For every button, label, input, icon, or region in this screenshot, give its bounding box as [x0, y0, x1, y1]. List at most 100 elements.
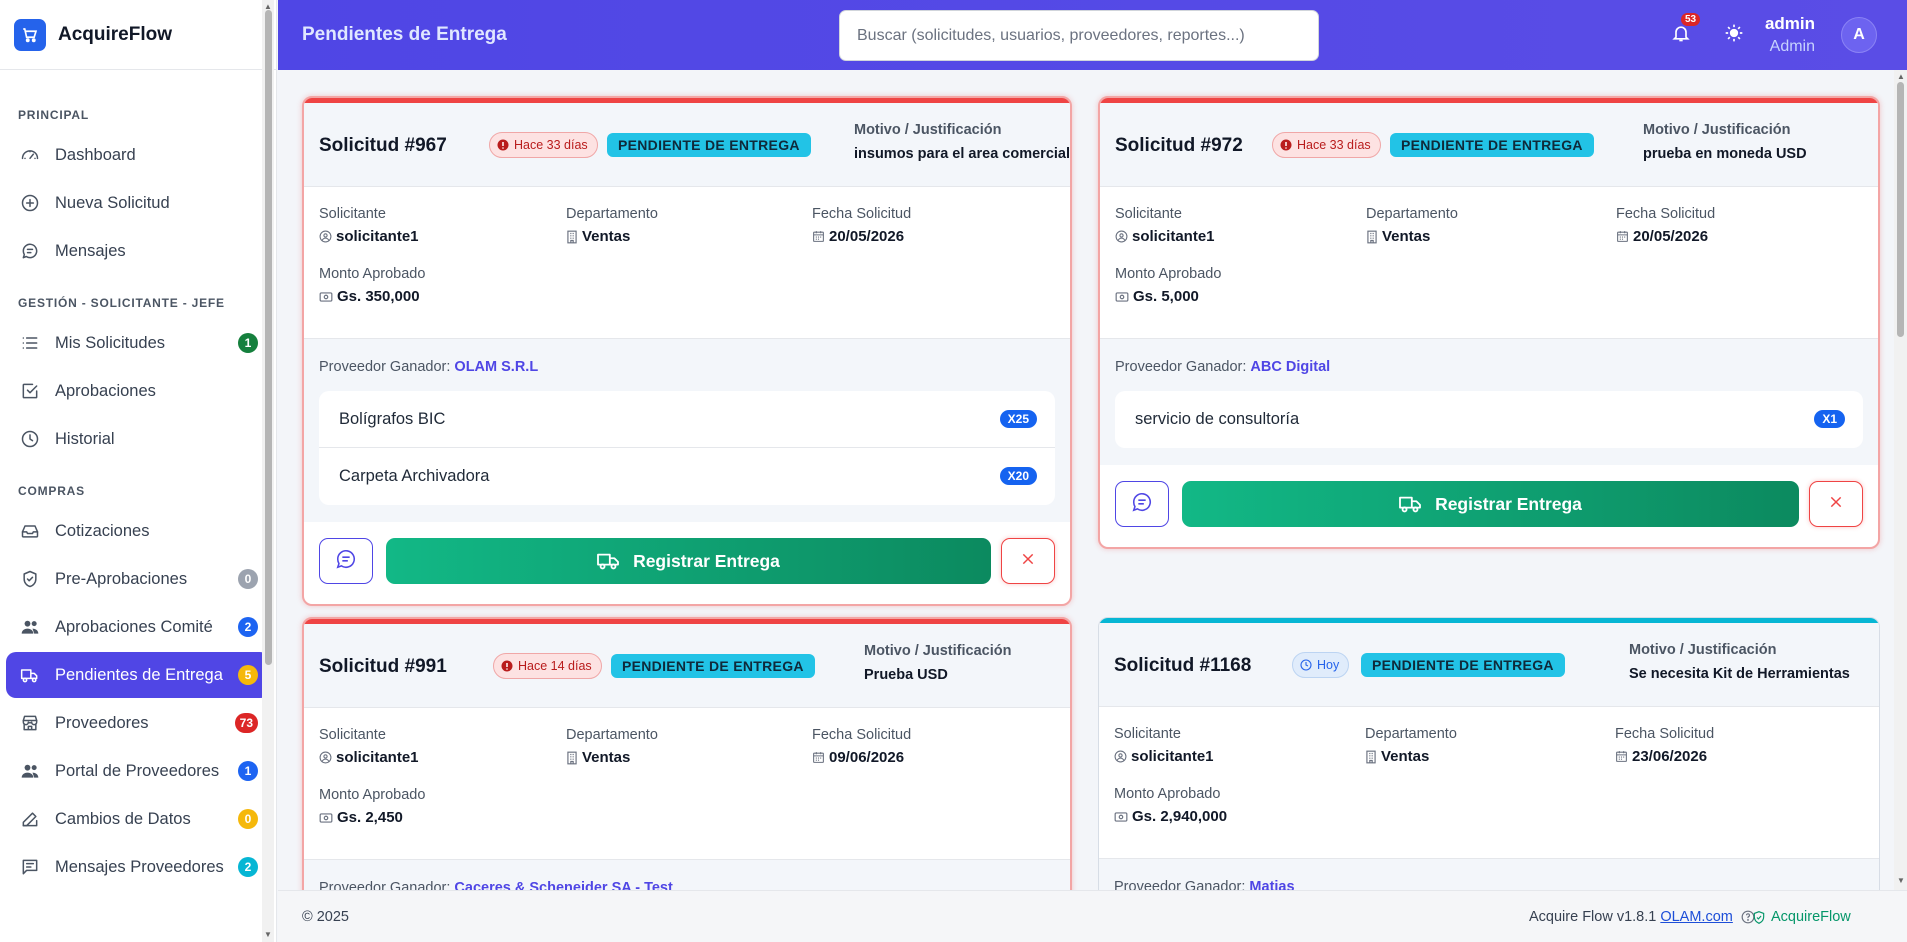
monto-text: Gs. 350,000 [337, 288, 420, 305]
sidebar-scrollbar[interactable]: ▲ ▼ [262, 0, 274, 942]
scroll-down-icon[interactable]: ▼ [1897, 876, 1905, 885]
register-delivery-button[interactable]: Registrar Entrega [386, 538, 991, 584]
fecha-label: Fecha Solicitud [1616, 206, 1716, 222]
item-name: Bolígrafos BIC [339, 409, 446, 428]
sidebar-item-label: Portal de Proveedores [55, 761, 220, 780]
nav-section-title: GESTIÓN - SOLICITANTE - JEFE [18, 296, 225, 310]
message-button[interactable] [1115, 481, 1169, 527]
sidebar-item-portal-de-proveedores[interactable]: Portal de Proveedores 1 [6, 748, 270, 794]
fecha-value: 09/06/2026 [812, 749, 904, 766]
monto-value: Gs. 5,000 [1115, 288, 1199, 305]
count-badge: 0 [238, 569, 258, 589]
departamento-label: Departamento [1366, 206, 1458, 222]
scroll-down-icon[interactable]: ▼ [264, 930, 272, 939]
scroll-up-icon[interactable]: ▲ [1897, 72, 1905, 81]
avatar[interactable]: A [1841, 17, 1877, 53]
proveedor-name[interactable]: Matias [1249, 879, 1294, 890]
proveedor-name[interactable]: ABC Digital [1250, 359, 1330, 375]
card-actions: Registrar Entrega [304, 522, 1070, 604]
sidebar-item-aprobaciones-comite[interactable]: Aprobaciones Comité 2 [6, 604, 270, 650]
sidebar-item-proveedores[interactable]: Proveedores 73 [6, 700, 270, 746]
proveedor-name[interactable]: OLAM S.R.L [454, 359, 538, 375]
olam-link[interactable]: OLAM.com [1660, 909, 1733, 925]
sidebar-item-mis-solicitudes[interactable]: Mis Solicitudes 1 [6, 320, 270, 366]
list-icon [19, 332, 41, 354]
sidebar-scroll-thumb[interactable] [265, 10, 272, 665]
alert-icon [501, 660, 513, 672]
card-info: Solicitante solicitante1 Departamento Ve… [1099, 707, 1879, 859]
chat-icon [19, 240, 41, 262]
version-info: Acquire Flow v1.8.1 OLAM.com [1529, 909, 1755, 925]
sidebar-item-cambios-de-datos[interactable]: Cambios de Datos 0 [6, 796, 270, 842]
card-items: Proveedor Ganador: Caceres & Scheneider … [304, 860, 1070, 890]
sidebar-item-mensajes[interactable]: Mensajes [6, 228, 270, 274]
request-title[interactable]: Solicitud #972 [1115, 135, 1243, 157]
fecha-text: 23/06/2026 [1632, 748, 1708, 765]
main-scrollbar[interactable]: ▲ ▼ [1894, 70, 1907, 890]
user-icon [319, 230, 332, 243]
sidebar-item-dashboard[interactable]: Dashboard [6, 132, 270, 178]
motivo-label: Motivo / Justificación [864, 643, 1012, 659]
bell-icon[interactable] [1671, 22, 1691, 49]
departamento-value: Ventas [1366, 228, 1430, 245]
solicitante-text: solicitante1 [1131, 748, 1214, 765]
main-scroll-thumb[interactable] [1897, 82, 1904, 337]
fecha-label: Fecha Solicitud [812, 727, 912, 743]
brand[interactable]: AcquireFlow [0, 0, 276, 70]
check-square-icon [19, 380, 41, 402]
sidebar-item-pre-aprobaciones[interactable]: Pre-Aprobaciones 0 [6, 556, 270, 602]
motivo-label: Motivo / Justificación [1629, 642, 1777, 658]
sidebar-item-pendientes-de-entrega[interactable]: Pendientes de Entrega 5 [6, 652, 270, 698]
motivo-value: Prueba USD [864, 667, 948, 683]
departamento-text: Ventas [1381, 748, 1430, 765]
cancel-button[interactable] [1001, 538, 1055, 584]
request-title[interactable]: Solicitud #991 [319, 656, 447, 678]
nav-section-title: COMPRAS [18, 484, 85, 498]
shield-check-icon [19, 568, 41, 590]
proveedor-ganador: Proveedor Ganador: Caceres & Scheneider … [319, 880, 673, 890]
status-badge: PENDIENTE DE ENTREGA [1361, 653, 1565, 677]
user-name[interactable]: admin [1765, 14, 1815, 34]
departamento-value: Ventas [566, 749, 630, 766]
age-text: Hoy [1317, 658, 1340, 672]
notification-badge: 53 [1681, 13, 1701, 26]
clock-icon [19, 428, 41, 450]
list-item: Carpeta Archivadora X20 [319, 448, 1055, 505]
sidebar-item-historial[interactable]: Historial [6, 416, 270, 462]
request-title[interactable]: Solicitud #967 [319, 135, 447, 157]
count-badge: 1 [238, 333, 258, 353]
people-icon [19, 760, 41, 782]
status-badge: PENDIENTE DE ENTREGA [1390, 133, 1594, 157]
status-badge: PENDIENTE DE ENTREGA [607, 133, 811, 157]
message-button[interactable] [319, 538, 373, 584]
register-delivery-button[interactable]: Registrar Entrega [1182, 481, 1799, 527]
card-items: Proveedor Ganador: OLAM S.R.L Bolígrafos… [304, 339, 1070, 522]
truck-icon [1399, 494, 1421, 514]
calendar-icon [812, 751, 825, 764]
building-icon [1365, 750, 1377, 764]
departamento-label: Departamento [566, 206, 658, 222]
close-icon [1020, 551, 1036, 572]
request-title[interactable]: Solicitud #1168 [1114, 655, 1251, 677]
item-list: servicio de consultoría X1 [1115, 391, 1863, 448]
proveedor-name[interactable]: Caceres & Scheneider SA - Test [454, 880, 672, 890]
motivo-value: Se necesita Kit de Herramientas [1629, 666, 1850, 682]
fecha-label: Fecha Solicitud [1615, 726, 1715, 742]
sidebar-item-nueva-solicitud[interactable]: Nueva Solicitud [6, 180, 270, 226]
sidebar-item-aprobaciones[interactable]: Aprobaciones [6, 368, 270, 414]
top-header: Pendientes de Entrega Buscar (solicitude… [278, 0, 1907, 70]
item-name: servicio de consultoría [1135, 410, 1300, 428]
monto-value: Gs. 2,450 [319, 809, 403, 826]
footer-brand: AcquireFlow [1752, 909, 1851, 925]
version-text: Acquire Flow v1.8.1 [1529, 909, 1657, 925]
truck-icon [597, 551, 619, 571]
sidebar-item-mensajes-proveedores[interactable]: Mensajes Proveedores 2 [6, 844, 270, 890]
cancel-button[interactable] [1809, 481, 1863, 527]
solicitante-text: solicitante1 [336, 228, 419, 245]
search-input[interactable]: Buscar (solicitudes, usuarios, proveedor… [839, 10, 1319, 61]
message-icon [19, 856, 41, 878]
card-header: Solicitud #967 Hace 33 días PENDIENTE DE… [304, 103, 1070, 187]
proveedor-label: Proveedor Ganador: [319, 880, 451, 890]
sidebar-item-cotizaciones[interactable]: Cotizaciones [6, 508, 270, 554]
sun-icon[interactable] [1724, 23, 1744, 48]
